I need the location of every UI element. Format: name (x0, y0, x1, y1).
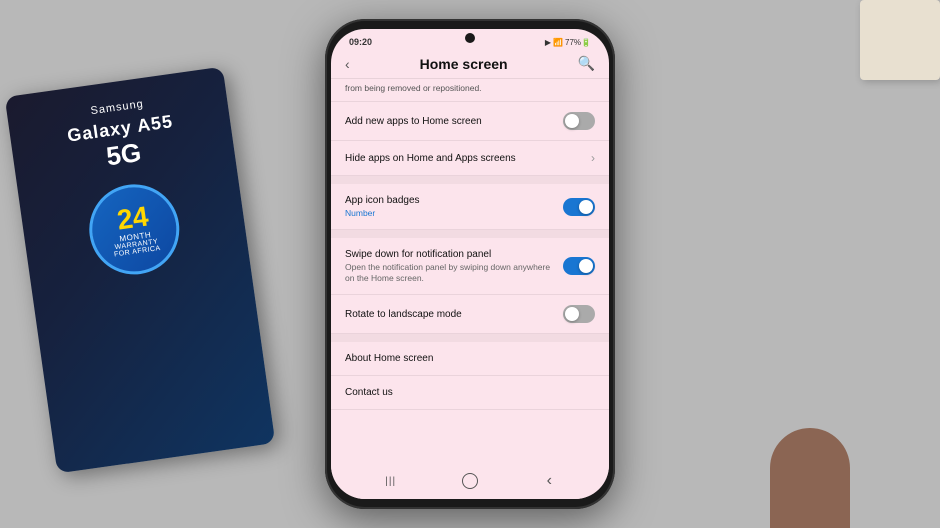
status-time: 09:20 (349, 37, 372, 47)
rotate-title: Rotate to landscape mode (345, 308, 555, 321)
warranty-number: 24 (115, 202, 150, 234)
rotate-content: Rotate to landscape mode (345, 308, 563, 321)
top-nav: ‹ Home screen 🔍 (331, 51, 609, 79)
app-icon-badges-toggle[interactable] (563, 198, 595, 216)
settings-content: from being removed or repositioned. Add … (331, 79, 609, 463)
hide-apps-title: Hide apps on Home and Apps screens (345, 152, 583, 165)
camera-notch (465, 33, 475, 43)
section-divider-2 (331, 230, 609, 238)
hand (760, 428, 860, 528)
phone-screen: 09:20 ▶ 📶 77%🔋 ‹ Home screen 🔍 from bein… (331, 29, 609, 499)
about-home-screen-label: About Home screen (345, 353, 595, 364)
top-right-object (860, 0, 940, 80)
swipe-down-subtitle: Open the notification panel by swiping d… (345, 262, 555, 284)
search-icon[interactable]: 🔍 (578, 55, 595, 72)
rotate-toggle[interactable] (563, 305, 595, 323)
bottom-nav: ||| (331, 463, 609, 499)
page-title: Home screen (420, 56, 508, 72)
app-icon-badges-title: App icon badges (345, 194, 555, 207)
back-nav-button[interactable] (539, 471, 559, 491)
samsung-brand: Samsung (90, 98, 145, 117)
hand-shape (770, 428, 850, 528)
add-apps-content: Add new apps to Home screen (345, 115, 563, 128)
swipe-down-toggle[interactable] (563, 257, 595, 275)
battery-icon: 77%🔋 (565, 38, 591, 47)
app-icon-badges-row[interactable]: App icon badges Number (331, 184, 609, 230)
phone-device: 09:20 ▶ 📶 77%🔋 ‹ Home screen 🔍 from bein… (325, 19, 615, 509)
add-apps-row[interactable]: Add new apps to Home screen (331, 102, 609, 141)
section-divider-1 (331, 176, 609, 184)
swipe-down-content: Swipe down for notification panel Open t… (345, 248, 563, 284)
wifi-icon: 📶 (553, 38, 563, 47)
status-icons: ▶ 📶 77%🔋 (545, 38, 591, 47)
hide-apps-chevron: › (591, 151, 595, 165)
app-icon-badges-content: App icon badges Number (345, 194, 563, 219)
hide-apps-row[interactable]: Hide apps on Home and Apps screens › (331, 141, 609, 176)
home-button[interactable] (460, 471, 480, 491)
contact-us-label: Contact us (345, 387, 595, 398)
swipe-down-row[interactable]: Swipe down for notification panel Open t… (331, 238, 609, 295)
back-button[interactable]: ‹ (345, 56, 350, 72)
recent-apps-icon: ||| (385, 476, 396, 487)
add-apps-title: Add new apps to Home screen (345, 115, 555, 128)
divider-note: from being removed or repositioned. (331, 79, 609, 102)
recent-apps-button[interactable]: ||| (381, 471, 401, 491)
rotate-row[interactable]: Rotate to landscape mode (331, 295, 609, 334)
warranty-badge: 24 MONTH WARRANTYFOR AFRICA (83, 179, 185, 281)
hide-apps-content: Hide apps on Home and Apps screens (345, 152, 591, 165)
section-divider-3 (331, 334, 609, 342)
signal-icon: ▶ (545, 38, 551, 47)
status-bar: 09:20 ▶ 📶 77%🔋 (331, 29, 609, 51)
add-apps-toggle[interactable] (563, 112, 595, 130)
app-icon-badges-subtitle: Number (345, 208, 555, 219)
about-home-screen-row[interactable]: About Home screen (331, 342, 609, 376)
swipe-down-title: Swipe down for notification panel (345, 248, 555, 261)
samsung-variant: 5G (104, 137, 143, 173)
contact-us-row[interactable]: Contact us (331, 376, 609, 410)
